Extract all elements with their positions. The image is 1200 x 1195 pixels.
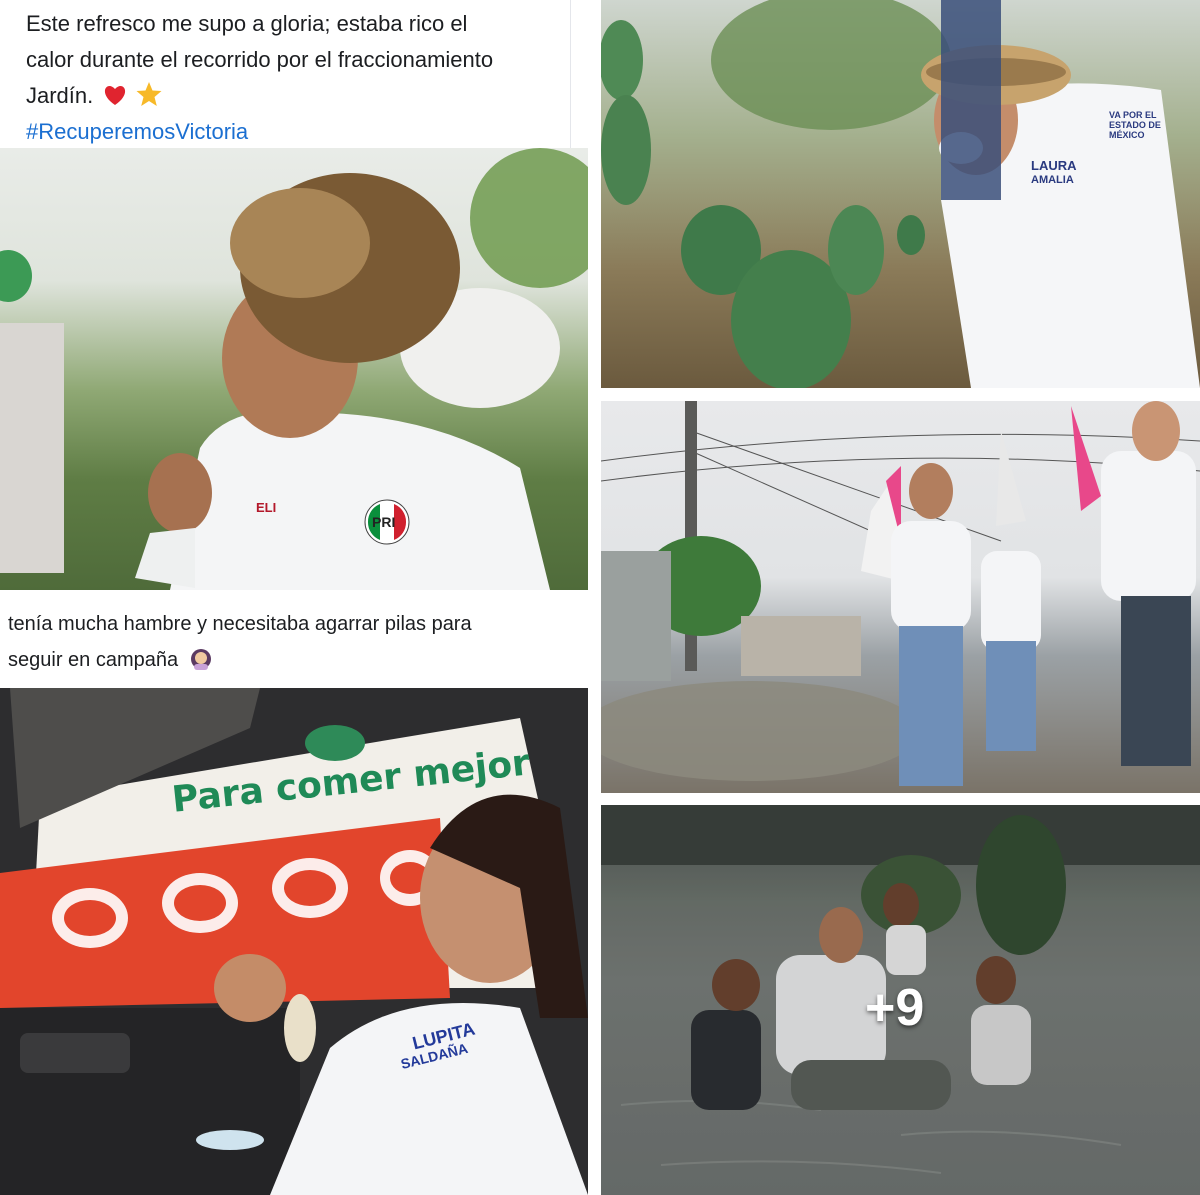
shirt-name-badge: ELI xyxy=(256,500,277,515)
photo-1-scene xyxy=(0,148,588,590)
star-icon xyxy=(136,82,162,106)
photo-woman-in-car[interactable]: Para comer mejor LUPITA SALDAÑA xyxy=(0,688,588,1195)
person-gesturing-icon xyxy=(190,649,211,670)
more-photos-count[interactable]: +9 xyxy=(865,978,924,1038)
caption-right-edge xyxy=(570,0,571,148)
post-caption-2: tenía mucha hambre y necesitaba agarrar … xyxy=(0,598,588,688)
caption-1-line-3: Jardín. xyxy=(26,83,94,108)
photo-3-scene xyxy=(601,0,1200,388)
shirt-logo-va-por-mexico: VA POR EL ESTADO DE MÉXICO xyxy=(1109,110,1161,140)
photo-woman-drinking[interactable]: PRI ELI xyxy=(0,148,588,590)
post-caption-1: Este refresco me supo a gloria; estaba r… xyxy=(0,0,588,148)
red-heart-icon xyxy=(105,86,126,105)
caption-1-text: Este refresco me supo a gloria; estaba r… xyxy=(26,6,566,148)
photo-campaign-walk[interactable] xyxy=(601,401,1200,793)
photo-woman-cactus[interactable]: LAURA AMALIA VA POR EL ESTADO DE MÉXICO xyxy=(601,0,1200,388)
shirt-badge-laura: LAURA xyxy=(1031,158,1077,173)
caption-1-line-2: calor durante el recorrido por el fracci… xyxy=(26,47,494,72)
caption-1-line-1: Este refresco me supo a gloria; estaba r… xyxy=(26,11,468,36)
hashtag-link[interactable]: #RecuperemosVictoria xyxy=(26,119,248,144)
caption-2-line-1: tenía mucha hambre y necesitaba agarrar … xyxy=(8,613,472,635)
photo-4-scene xyxy=(601,401,1200,786)
caption-2-line-2: seguir en campaña xyxy=(8,649,179,671)
shirt-badge-amalia: AMALIA xyxy=(1031,174,1074,186)
caption-2-text: tenía mucha hambre y necesitaba agarrar … xyxy=(8,606,568,678)
party-logo-label: PRI xyxy=(372,514,396,530)
